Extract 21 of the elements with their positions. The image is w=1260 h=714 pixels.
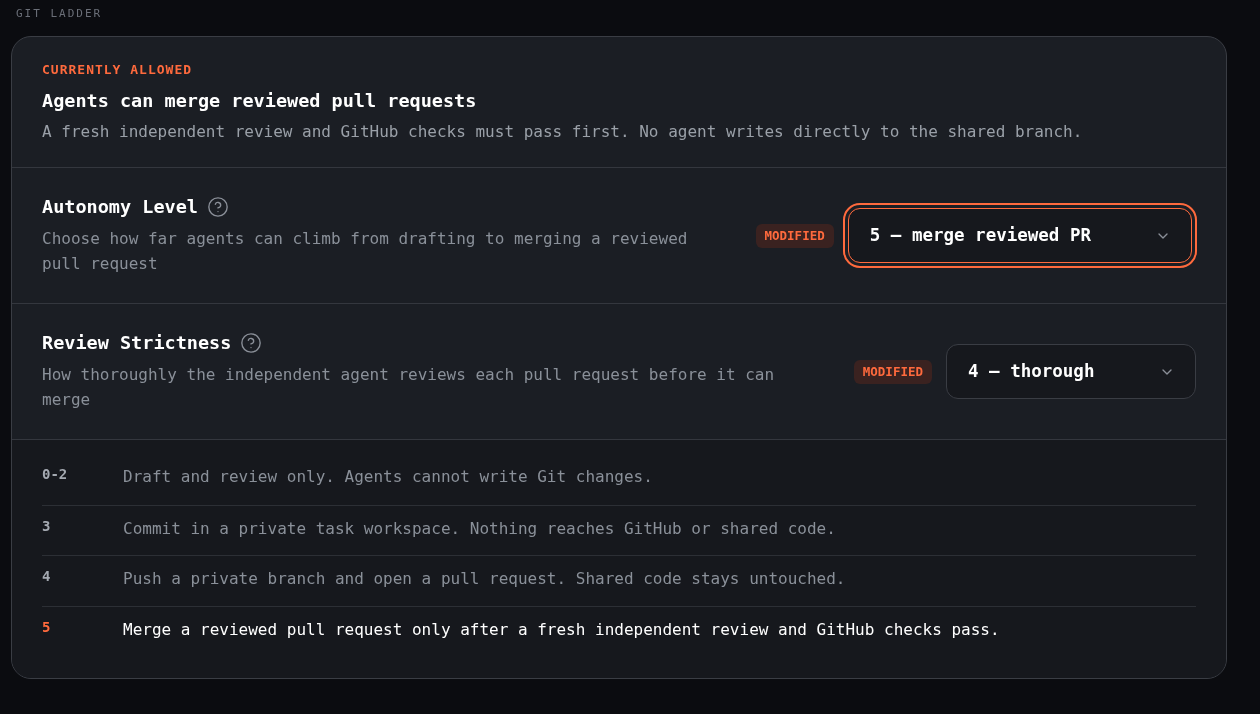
level-number: 3 [42, 516, 52, 536]
status-title: Agents can merge reviewed pull requests [42, 89, 478, 113]
modified-badge: MODIFIED [853, 359, 932, 384]
setting-description: Choose how far agents can climb from drafting to merging a reviewed pull request [42, 228, 689, 275]
level-number: 0-2 [42, 465, 69, 484]
setting-label: Autonomy Level [42, 195, 198, 219]
section-heading: GIT LADDER [15, 6, 103, 20]
select-dropdown[interactable]: 4 — thorough [946, 344, 1196, 399]
level-description: Commit in a private task workspace. Nothing reaches GitHub or shared code. [123, 517, 836, 540]
level-description: Draft and review only. Agents cannot write Git changes. [123, 466, 653, 488]
level-number: 5 [42, 617, 52, 637]
setting-label: Review Strictness [42, 331, 232, 355]
level-description: Merge a reviewed pull request only after a fresh independent review and GitHub checks pass. [123, 618, 1000, 641]
setting-description: How thoroughly the independent agent reviews each pull request before it can merge [42, 364, 776, 411]
modified-badge: MODIFIED [755, 223, 834, 248]
level-number: 4 [42, 567, 52, 586]
help-icon[interactable] [240, 332, 263, 354]
level-description: Push a private branch and open a pull request. Shared code stays untouched. [123, 568, 846, 590]
help-icon[interactable] [206, 196, 229, 218]
status-description: A fresh independent review and GitHub checks must pass first. No agent writes directly to the shared branch. [42, 121, 1084, 143]
status-eyebrow: CURRENTLY ALLOWED [42, 61, 194, 79]
